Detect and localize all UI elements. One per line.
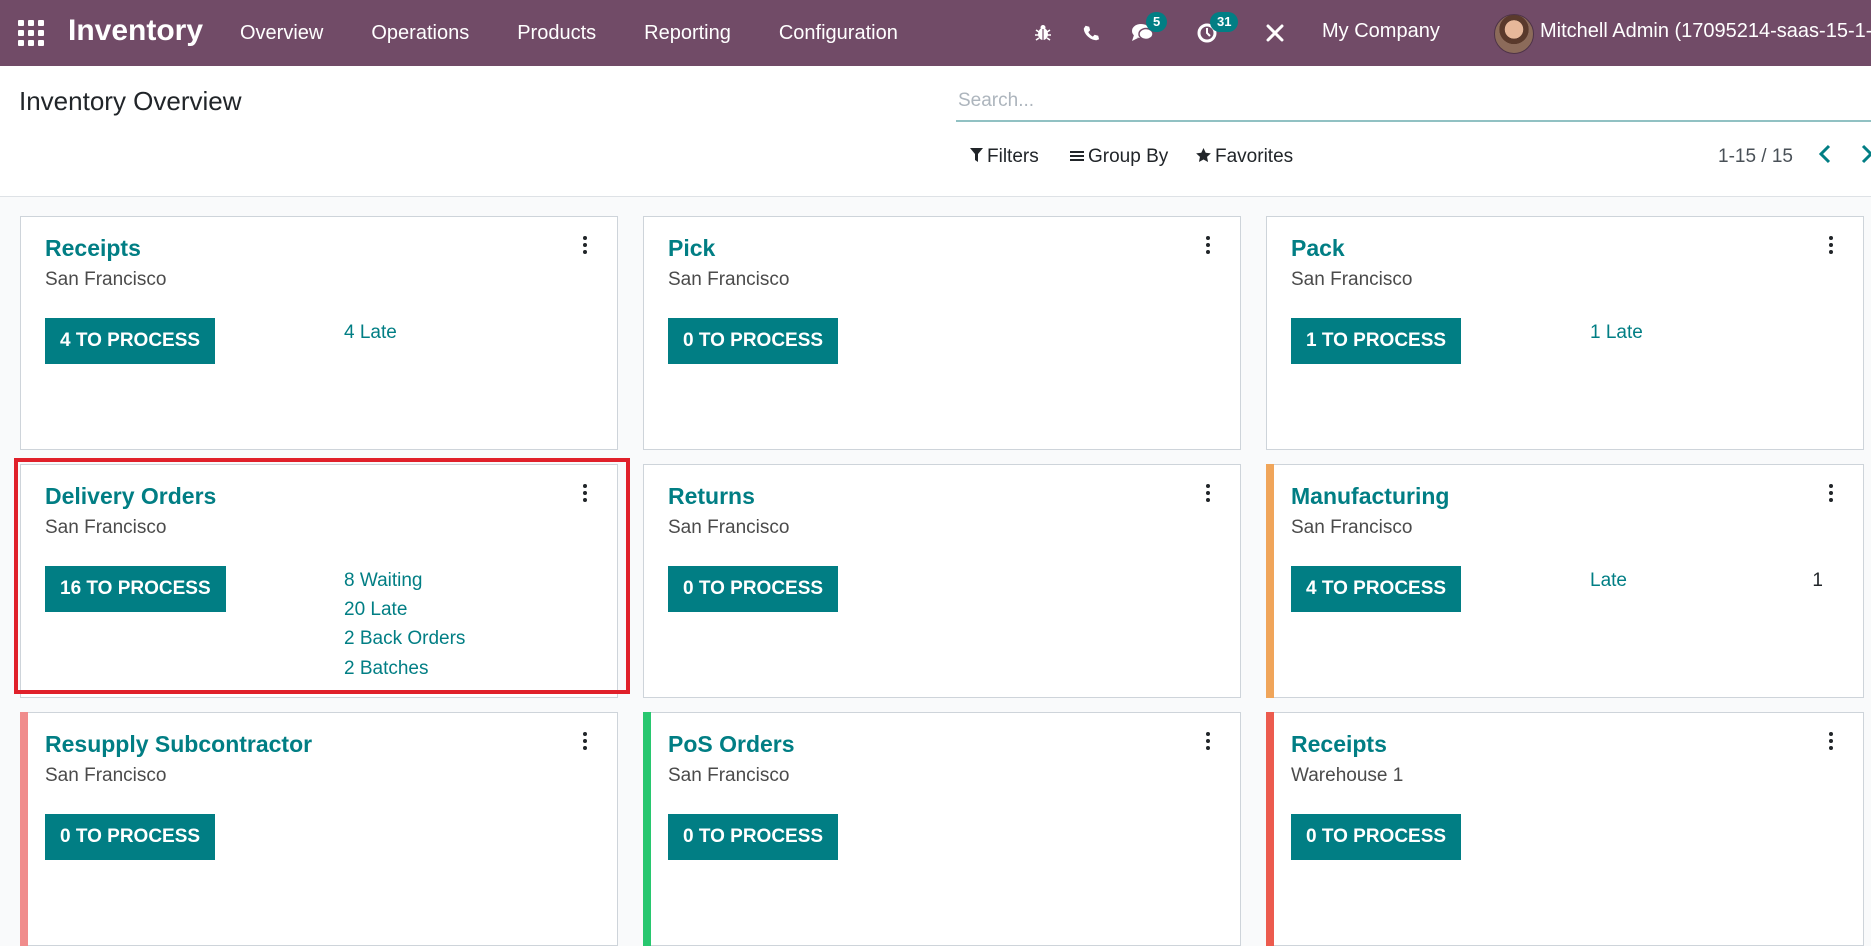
search-input[interactable] [956,84,1871,118]
color-stripe [643,712,651,946]
picking-type-card: Manufacturing San Francisco 4 TO PROCESS… [1266,464,1864,698]
card-title[interactable]: Receipts [45,235,141,262]
menu-overview[interactable]: Overview [240,22,323,45]
color-stripe [20,712,28,946]
card-title[interactable]: Pick [668,235,715,262]
apps-grid-icon[interactable] [18,20,44,46]
picking-type-card: Resupply Subcontractor San Francisco 0 T… [20,712,618,946]
card-options-icon[interactable] [575,231,595,259]
to-process-button[interactable]: 0 TO PROCESS [45,814,216,860]
color-stripe [1266,464,1274,698]
card-options-icon[interactable] [1198,479,1218,507]
bug-icon[interactable] [1028,18,1058,48]
tools-icon[interactable] [1260,18,1290,48]
chat-icon[interactable]: 5 [1128,12,1168,48]
star-icon [1196,148,1211,166]
favorites-button[interactable]: Favorites [1196,146,1293,168]
card-title[interactable]: Resupply Subcontractor [45,731,312,758]
list-icon [1070,149,1084,166]
page-title: Inventory Overview [19,86,242,116]
card-title[interactable]: PoS Orders [668,731,795,758]
picking-type-card: PoS Orders San Francisco 0 TO PROCESS [643,712,1241,946]
pager-value[interactable]: 1-15 / 15 [1718,146,1793,168]
late-link[interactable]: Late [1590,570,1627,592]
search-bar [956,84,1871,122]
card-warehouse: San Francisco [668,269,790,290]
app-title[interactable]: Inventory [68,14,203,48]
to-process-button[interactable]: 1 TO PROCESS [1291,318,1462,364]
top-navbar: Inventory Overview Operations Products R… [0,0,1871,66]
menu-reporting[interactable]: Reporting [644,22,731,45]
groupby-label: Group By [1088,146,1169,167]
color-stripe [1266,712,1274,946]
to-process-button[interactable]: 4 TO PROCESS [45,318,216,364]
filter-icon [970,148,983,166]
filters-button[interactable]: Filters [970,146,1039,168]
to-process-button[interactable]: 0 TO PROCESS [668,814,839,860]
picking-type-card: Pack San Francisco 1 TO PROCESS 1 Late [1266,216,1864,450]
late-link[interactable]: 4 Late [344,322,397,344]
to-process-button[interactable]: 0 TO PROCESS [1291,814,1462,860]
card-warehouse: San Francisco [45,269,167,290]
card-warehouse: San Francisco [668,765,790,786]
to-process-button[interactable]: 16 TO PROCESS [45,566,226,612]
card-options-icon[interactable] [1821,479,1841,507]
favorites-label: Favorites [1215,146,1294,167]
menu-products[interactable]: Products [517,22,596,45]
card-warehouse: San Francisco [45,765,167,786]
batches-link[interactable]: 2 Batches [344,658,429,680]
card-warehouse: San Francisco [1291,517,1413,538]
card-title[interactable]: Manufacturing [1291,483,1449,510]
card-title[interactable]: Delivery Orders [45,483,216,510]
to-process-button[interactable]: 4 TO PROCESS [1291,566,1462,612]
activities-badge: 31 [1210,12,1239,32]
pager-previous-icon[interactable] [1818,144,1832,166]
card-options-icon[interactable] [1821,231,1841,259]
late-count: 1 [1812,570,1823,591]
picking-type-card: Returns San Francisco 0 TO PROCESS [643,464,1241,698]
card-title[interactable]: Pack [1291,235,1345,262]
messages-badge: 5 [1146,12,1168,32]
picking-type-card: Delivery Orders San Francisco 16 TO PROC… [20,464,618,698]
phone-icon[interactable] [1076,18,1106,48]
back-orders-link[interactable]: 2 Back Orders [344,628,465,650]
company-switcher[interactable]: My Company [1322,20,1440,43]
card-warehouse: San Francisco [1291,269,1413,290]
pager-next-icon[interactable] [1860,144,1871,166]
card-warehouse: Warehouse 1 [1291,765,1404,786]
card-warehouse: San Francisco [668,517,790,538]
user-menu[interactable]: Mitchell Admin (17095214-saas-15-1-a [1540,20,1871,43]
card-title[interactable]: Returns [668,483,755,510]
picking-type-card: Receipts San Francisco 4 TO PROCESS 4 La… [20,216,618,450]
groupby-button[interactable]: Group By [1070,146,1168,168]
card-options-icon[interactable] [575,479,595,507]
main-menu: Overview Operations Products Reporting C… [240,0,946,66]
card-options-icon[interactable] [1821,727,1841,755]
control-panel: Inventory Overview Filters Group By Favo… [0,66,1871,197]
to-process-button[interactable]: 0 TO PROCESS [668,566,839,612]
late-link[interactable]: 1 Late [1590,322,1643,344]
card-options-icon[interactable] [1198,231,1218,259]
picking-type-card: Pick San Francisco 0 TO PROCESS [643,216,1241,450]
avatar[interactable] [1494,14,1534,54]
late-link[interactable]: 20 Late [344,599,407,621]
menu-configuration[interactable]: Configuration [779,22,898,45]
waiting-link[interactable]: 8 Waiting [344,570,423,592]
card-options-icon[interactable] [1198,727,1218,755]
picking-type-card: Receipts Warehouse 1 0 TO PROCESS [1266,712,1864,946]
clock-icon[interactable]: 31 [1192,12,1239,48]
card-title[interactable]: Receipts [1291,731,1387,758]
card-options-icon[interactable] [575,727,595,755]
card-warehouse: San Francisco [45,517,167,538]
menu-operations[interactable]: Operations [371,22,469,45]
filters-label: Filters [987,146,1039,167]
to-process-button[interactable]: 0 TO PROCESS [668,318,839,364]
